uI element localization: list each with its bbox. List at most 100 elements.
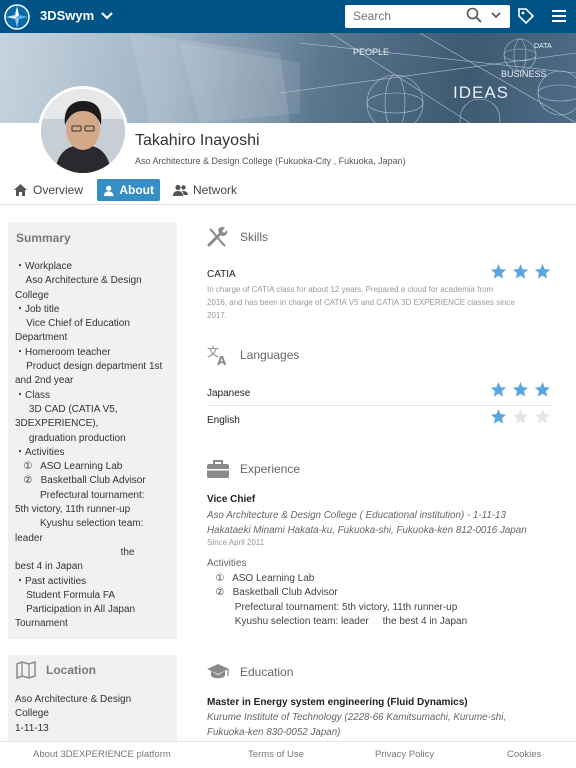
tab-network-label: Network [193, 183, 238, 197]
summary-line: Vice Chief of Education [15, 318, 130, 330]
language-rating-english [490, 408, 551, 425]
summary-line: Tournament [15, 618, 68, 630]
summary-line: College [15, 289, 49, 301]
skills-title: Skills [240, 230, 269, 244]
menu-icon[interactable] [551, 8, 567, 24]
summary-line: ① ASO Learning Lab [15, 461, 123, 473]
summary-line: ・Job title [15, 303, 60, 315]
summary-line: best 4 in Japan [15, 561, 83, 573]
summary-line: Prefectural tournament: [15, 489, 145, 501]
profile-name: Takahiro Inayoshi [135, 132, 260, 149]
location-line: College [15, 708, 49, 720]
skill-description-line: 2017. [207, 311, 228, 320]
banner-word-business: BUSINESS [501, 69, 547, 79]
star-filled-icon [534, 382, 551, 397]
summary-line: ② Basketball Club Advisor [15, 475, 146, 487]
skills-header: Skills [206, 226, 268, 248]
briefcase-icon [207, 460, 229, 478]
experience-activities: ① ASO Learning Lab ② Basketball Club Adv… [207, 572, 467, 629]
tab-overview-label: Overview [33, 183, 84, 197]
star-filled-icon [490, 264, 507, 279]
education-degree: Master in Energy system engineering (Flu… [207, 697, 468, 708]
education-school: Kurume Institute of Technology (2228-66 … [207, 711, 562, 740]
languages-title: Languages [240, 348, 300, 362]
summary-line: Kyushu selection team: [15, 518, 144, 530]
language-rating-japanese [490, 381, 551, 398]
experience-organization: Aso Architecture & Design College ( Educ… [207, 509, 562, 538]
translate-icon: 文 A [207, 344, 227, 366]
profile-affiliation: Aso Architecture & Design College (Fukuo… [135, 156, 406, 166]
banner-word-data: DATA [534, 43, 552, 50]
summary-line: Product design department 1st [15, 361, 163, 373]
tools-icon [207, 226, 228, 247]
profile-tabs: Overview About Network [0, 178, 576, 205]
education-school-line: Kurume Institute of Technology (2228-66 … [207, 712, 507, 723]
chevron-down-icon[interactable] [100, 8, 114, 22]
summary-line: 5th victory, 11th runner-up [15, 504, 131, 516]
svg-text:A: A [217, 354, 227, 366]
star-filled-icon [490, 409, 507, 424]
summary-line: Student Formula FA [15, 589, 116, 601]
summary-text: ・Workplace Aso Architecture & Design Col… [15, 260, 173, 632]
users-icon [173, 184, 188, 196]
graduation-cap-icon [207, 664, 229, 679]
skill-rating [490, 263, 551, 280]
summary-line: Participation in All Japan [15, 604, 136, 616]
experience-activity-line: Prefectural tournament: 5th victory, 11t… [207, 601, 458, 613]
home-icon [14, 184, 27, 196]
banner-word-people: PEOPLE [353, 47, 390, 57]
footer: About 3DEXPERIENCE platform Terms of Use… [0, 741, 576, 768]
tab-about[interactable]: About [97, 179, 160, 201]
location-title: Location [46, 663, 96, 677]
top-bar: 3DSwym [0, 0, 576, 33]
experience-activity-line: ② Basketball Club Advisor [207, 587, 338, 599]
footer-link-terms[interactable]: Terms of Use [248, 749, 304, 760]
search-options-chevron-icon[interactable] [490, 9, 502, 21]
summary-line: ・Homeroom teacher [15, 346, 111, 358]
tab-about-label: About [119, 183, 154, 197]
search-icon[interactable] [466, 7, 482, 23]
location-panel: Location Aso Architecture & Design Colle… [8, 655, 177, 741]
experience-activities-label: Activities [207, 558, 247, 569]
compass-icon[interactable] [3, 3, 31, 31]
star-empty-icon [534, 409, 551, 424]
avatar[interactable] [38, 86, 128, 176]
experience-since: Since April 2011 [207, 538, 265, 547]
search-box [345, 5, 510, 28]
summary-line: Aso Architecture & Design [15, 275, 142, 287]
tag-icon[interactable] [517, 7, 535, 25]
footer-link-cookies[interactable]: Cookies [507, 749, 541, 760]
location-text: Aso Architecture & Design College 1-11-1… [15, 693, 173, 736]
education-header: Education [206, 662, 293, 682]
search-input[interactable] [353, 9, 463, 23]
app-name[interactable]: 3DSwym [40, 8, 94, 23]
star-filled-icon [534, 264, 551, 279]
summary-line: graduation production [15, 432, 126, 444]
map-icon [16, 661, 36, 679]
banner-word-ideas: IDEAS [453, 83, 510, 102]
star-filled-icon [490, 382, 507, 397]
summary-line: ・Workplace [15, 261, 73, 272]
user-icon [103, 185, 114, 196]
skill-description-line: In charge of CATIA class for about 12 ye… [207, 285, 494, 294]
experience-title: Experience [240, 462, 301, 476]
skill-name: CATIA [207, 269, 236, 280]
tab-network[interactable]: Network [173, 179, 237, 201]
languages-header: 文 A Languages [206, 344, 299, 366]
summary-line: Department [15, 332, 68, 344]
summary-line: 3DEXPERIENCE), [15, 418, 99, 430]
footer-link-privacy[interactable]: Privacy Policy [375, 749, 434, 760]
experience-activity-line: ① ASO Learning Lab [207, 573, 315, 584]
experience-activity-line: Kyushu selection team: leader the best 4… [207, 615, 468, 627]
tab-overview[interactable]: Overview [13, 179, 83, 201]
summary-line: ・Past activities [15, 575, 87, 587]
star-empty-icon [512, 409, 529, 424]
summary-title: Summary [16, 231, 71, 245]
footer-link-about[interactable]: About 3DEXPERIENCE platform [33, 749, 171, 760]
education-title: Education [240, 665, 294, 679]
summary-line: ・Activities [15, 446, 65, 458]
experience-org-line: Hakataeki Minami Hakata-ku, Fukuoka-shi,… [207, 524, 527, 536]
summary-line: 3D CAD (CATIA V5, [15, 403, 118, 415]
summary-line: and 2nd year [15, 375, 74, 387]
summary-line: leader [15, 532, 43, 544]
